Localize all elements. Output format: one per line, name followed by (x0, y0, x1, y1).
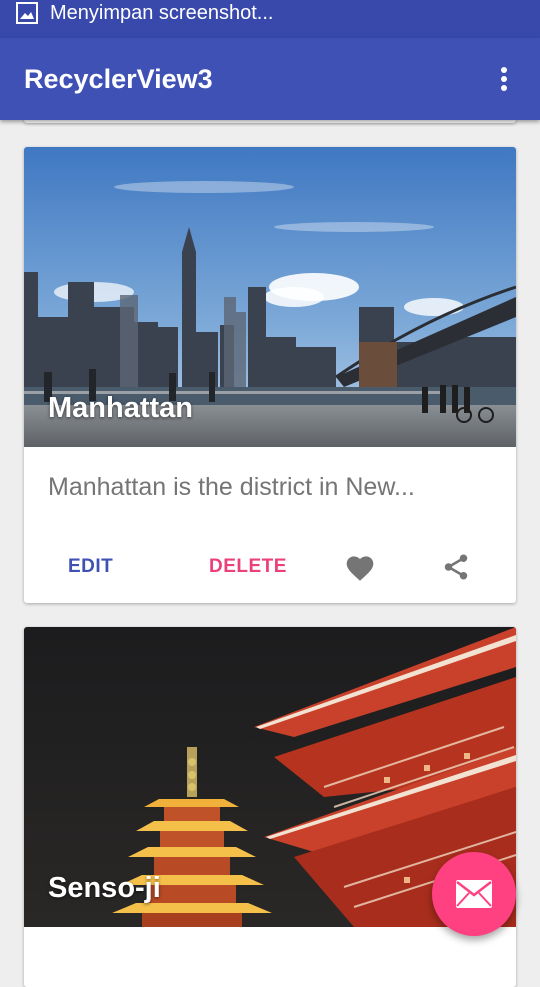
app-title: RecyclerView3 (24, 63, 213, 94)
heart-icon[interactable] (340, 545, 380, 589)
image-icon (16, 2, 38, 24)
card-title: Senso-ji (48, 872, 161, 904)
card-description: Manhattan is the district in New... (48, 473, 415, 501)
card-title: Manhattan (48, 392, 193, 424)
delete-button[interactable]: DELETE (209, 545, 287, 589)
edit-button[interactable]: EDIT (68, 545, 113, 589)
card-actions: EDIT DELETE (24, 537, 516, 599)
card-senso-ji[interactable]: Senso-ji (24, 627, 516, 987)
more-vert-icon[interactable] (480, 55, 528, 103)
share-icon[interactable] (436, 545, 476, 589)
mail-fab-button[interactable] (432, 852, 516, 936)
mail-icon (455, 879, 493, 909)
app-bar: RecyclerView3 (0, 38, 540, 120)
card-manhattan[interactable]: Manhattan Manhattan is the district in N… (24, 147, 516, 603)
notification-text: Menyimpan screenshot... (50, 1, 274, 24)
card-description (48, 947, 468, 967)
card-image-manhattan: Manhattan (24, 147, 516, 447)
